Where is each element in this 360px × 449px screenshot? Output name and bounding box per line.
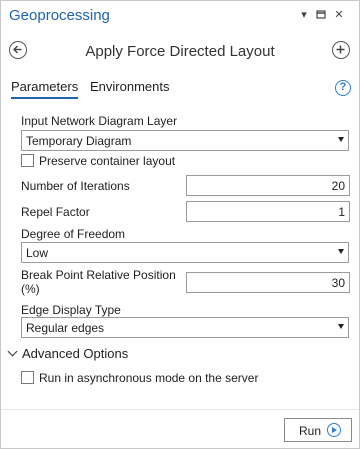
degree-of-freedom-value: Low — [26, 246, 49, 260]
chevron-down-icon — [338, 137, 344, 142]
edge-display-type-label: Edge Display Type — [21, 303, 121, 317]
async-mode-checkbox[interactable] — [21, 371, 34, 384]
tab-environments[interactable]: Environments — [90, 79, 169, 97]
preserve-container-checkbox[interactable] — [21, 154, 34, 167]
pane-titlebar: Geoprocessing ▾ ✕ — [1, 1, 359, 31]
repel-factor-input[interactable] — [186, 201, 350, 222]
help-icon[interactable]: ? — [335, 80, 351, 96]
async-mode-label: Run in asynchronous mode on the server — [39, 371, 259, 385]
iterations-label: Number of Iterations — [21, 179, 130, 193]
input-layer-label: Input Network Diagram Layer — [21, 114, 178, 128]
run-button[interactable]: Run — [284, 418, 352, 442]
preserve-container-label: Preserve container layout — [39, 154, 176, 168]
pin-icon[interactable] — [315, 9, 327, 21]
edge-display-type-select[interactable]: Regular edges — [21, 317, 349, 338]
chevron-down-icon — [338, 249, 344, 254]
degree-of-freedom-select[interactable]: Low — [21, 242, 349, 263]
degree-of-freedom-label: Degree of Freedom — [21, 227, 126, 241]
break-point-label-unit: (%) — [21, 282, 40, 296]
close-icon[interactable]: ✕ — [333, 9, 345, 21]
break-point-label: Break Point Relative Position — [21, 268, 176, 282]
geoprocessing-pane: Geoprocessing ▾ ✕ Apply Force Directed L… — [0, 0, 360, 449]
play-icon — [327, 423, 341, 437]
tool-title: Apply Force Directed Layout — [85, 43, 275, 60]
repel-factor-label: Repel Factor — [21, 205, 90, 219]
add-icon[interactable] — [332, 41, 350, 59]
break-point-input[interactable] — [186, 272, 350, 293]
edge-display-type-value: Regular edges — [26, 321, 105, 335]
dropdown-arrow-icon[interactable]: ▾ — [298, 9, 310, 21]
footer-divider — [1, 409, 359, 410]
input-layer-select[interactable]: Temporary Diagram — [21, 130, 349, 151]
input-layer-value: Temporary Diagram — [26, 134, 132, 148]
tab-parameters[interactable]: Parameters — [11, 79, 79, 99]
run-button-label: Run — [299, 424, 322, 438]
iterations-input[interactable] — [186, 175, 350, 196]
pane-title: Geoprocessing — [9, 7, 110, 24]
chevron-down-icon — [338, 324, 344, 329]
advanced-options-header[interactable]: Advanced Options — [7, 346, 128, 361]
chevron-down-icon — [7, 346, 18, 357]
advanced-options-title: Advanced Options — [22, 346, 129, 361]
tool-header: Apply Force Directed Layout — [1, 31, 359, 73]
